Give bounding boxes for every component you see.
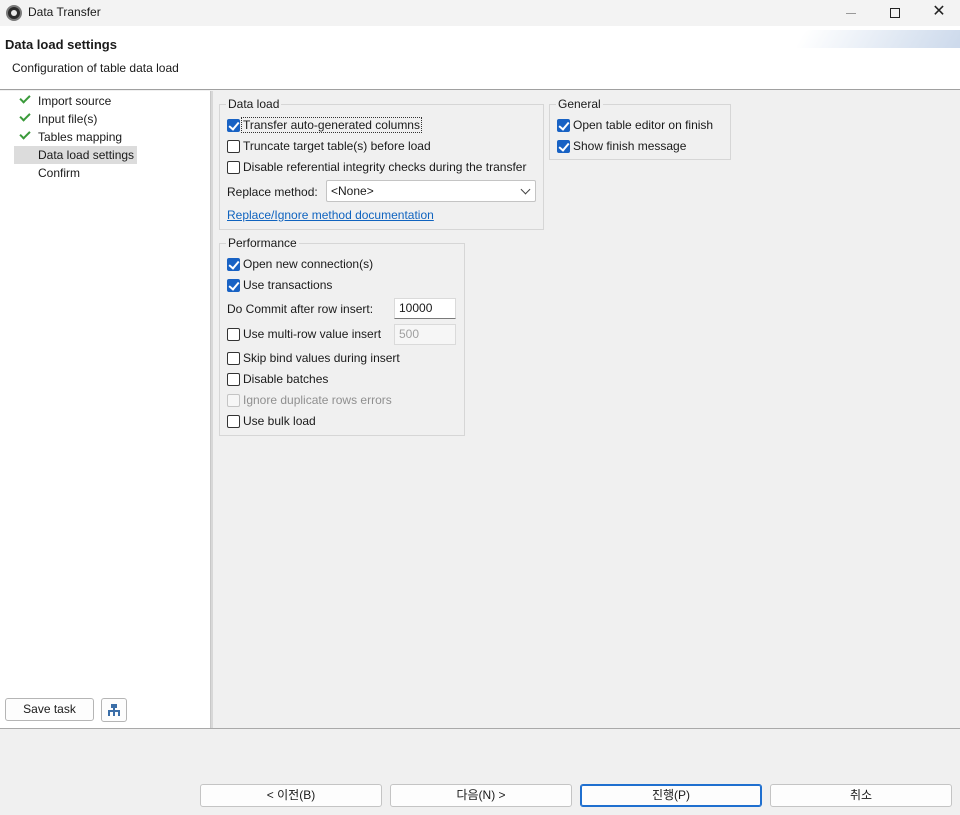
title-bar: Data Transfer ✕ [0, 0, 960, 26]
wizard-steps-pane: Import source Input file(s) Tables mappi… [0, 91, 211, 728]
replace-method-label: Replace method: [227, 185, 318, 199]
nav-item-import-source[interactable]: Import source [14, 92, 114, 110]
checkbox-disabled-icon [227, 394, 240, 407]
checkbox-icon[interactable] [227, 161, 240, 174]
checkmark-icon [19, 128, 31, 140]
nav-item-confirm[interactable]: Confirm [14, 164, 83, 182]
checkbox-label: Open new connection(s) [243, 257, 374, 271]
checkbox-icon[interactable] [227, 328, 240, 341]
checkbox-label: Skip bind values during insert [243, 351, 400, 365]
commit-after-input[interactable]: 10000 [394, 298, 456, 319]
nav-item-label: Data load settings [38, 148, 135, 162]
group-title: General [556, 97, 603, 111]
nav-item-label: Confirm [38, 166, 81, 180]
checkbox-icon[interactable] [227, 352, 240, 365]
schedule-task-icon [108, 704, 120, 716]
checkbox-label: Disable referential integrity checks dur… [243, 160, 527, 174]
header-decoration [794, 30, 960, 48]
cancel-button[interactable]: 취소 [770, 784, 952, 807]
checkbox-checked-icon[interactable] [227, 119, 240, 132]
nav-item-label: Import source [38, 94, 112, 108]
group-title: Performance [226, 236, 299, 250]
checkbox-label: Truncate target table(s) before load [243, 139, 431, 153]
minimize-button[interactable] [828, 0, 874, 26]
general-group: General Open table editor on finish Show… [549, 97, 731, 160]
maximize-icon [890, 8, 900, 19]
checkbox-icon[interactable] [227, 373, 240, 386]
chevron-down-icon [520, 184, 531, 195]
checkbox-label: Use multi-row value insert [243, 327, 382, 341]
window-title: Data Transfer [28, 5, 101, 19]
checkbox-label: Use bulk load [243, 414, 316, 428]
replace-ignore-doc-link[interactable]: Replace/Ignore method documentation [227, 208, 434, 222]
close-icon: ✕ [932, 3, 946, 20]
maximize-button[interactable] [872, 0, 918, 26]
nav-item-data-load-settings[interactable]: Data load settings [14, 146, 138, 164]
checkbox-label: Use transactions [243, 278, 333, 292]
checkbox-checked-icon[interactable] [227, 279, 240, 292]
page-subtitle: Configuration of table data load [12, 61, 179, 75]
checkbox-checked-icon[interactable] [227, 258, 240, 271]
next-button[interactable]: 다음(N) > [390, 784, 572, 807]
checkbox-label: Transfer auto-generated columns [241, 117, 422, 133]
close-button[interactable]: ✕ [916, 0, 960, 26]
checkbox-label: Disable batches [243, 372, 329, 386]
checkbox-checked-icon[interactable] [557, 140, 570, 153]
schedule-task-button[interactable] [101, 698, 127, 722]
checkmark-icon [19, 110, 31, 122]
nav-item-label: Input file(s) [38, 112, 98, 126]
wizard-footer: < 이전(B) 다음(N) > 진행(P) 취소 [0, 728, 960, 815]
checkbox-label: Ignore duplicate rows errors [243, 393, 392, 407]
checkmark-icon [19, 92, 31, 104]
wizard-header: Data load settings Configuration of tabl… [0, 26, 960, 90]
nav-item-tables-mapping[interactable]: Tables mapping [14, 128, 125, 146]
app-logo-icon [6, 5, 22, 21]
commit-after-label: Do Commit after row insert: [227, 302, 374, 316]
checkbox-label: Show finish message [573, 139, 687, 153]
back-button[interactable]: < 이전(B) [200, 784, 382, 807]
select-value: <None> [331, 184, 374, 198]
minimize-icon [846, 12, 856, 14]
page-title: Data load settings [5, 37, 117, 52]
nav-item-input-files[interactable]: Input file(s) [14, 110, 100, 128]
group-title: Data load [226, 97, 282, 111]
performance-group: Performance Open new connection(s) Use t… [219, 236, 465, 436]
checkbox-icon[interactable] [227, 415, 240, 428]
replace-method-select[interactable]: <None> [326, 180, 536, 202]
save-task-button[interactable]: Save task [5, 698, 94, 721]
checkbox-checked-icon[interactable] [557, 119, 570, 132]
settings-pane: Data load Transfer auto-generated column… [213, 91, 960, 728]
checkbox-icon[interactable] [227, 140, 240, 153]
proceed-button[interactable]: 진행(P) [580, 784, 762, 807]
nav-item-label: Tables mapping [38, 130, 123, 144]
checkbox-label: Open table editor on finish [573, 118, 714, 132]
data-load-group: Data load Transfer auto-generated column… [219, 97, 544, 230]
multi-row-count-input: 500 [394, 324, 456, 345]
